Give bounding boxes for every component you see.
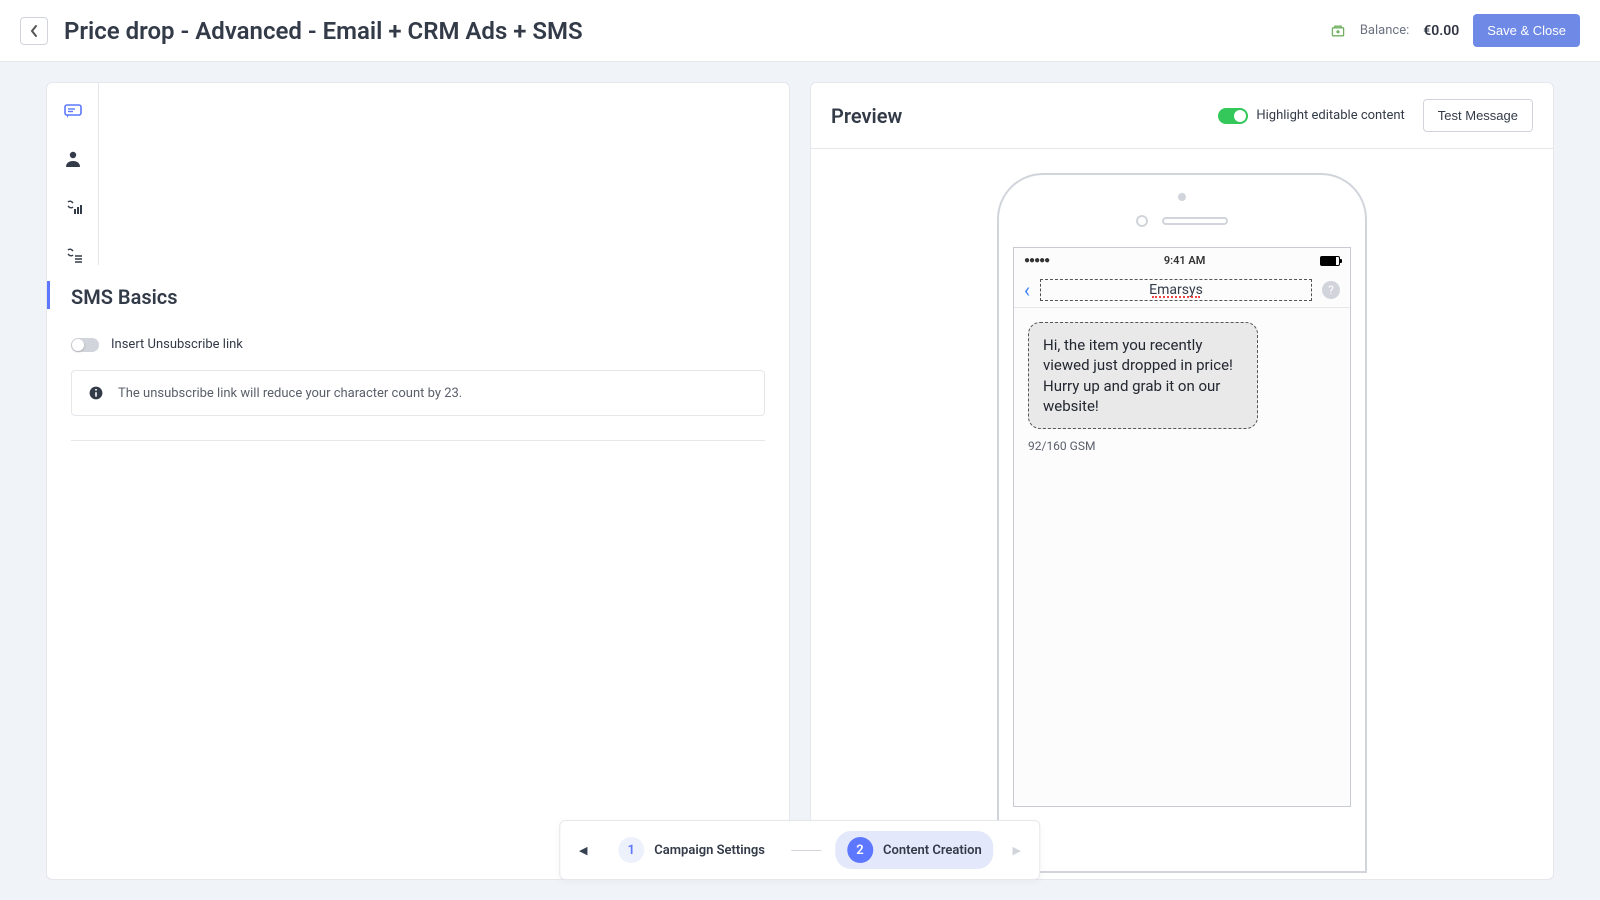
wallet-icon	[1330, 23, 1346, 39]
character-count: 92/160 GSM	[1028, 439, 1336, 453]
preview-panel: Preview Highlight editable content Test …	[810, 82, 1554, 880]
test-message-button[interactable]: Test Message	[1423, 99, 1533, 132]
phone-speaker-icon	[1162, 217, 1228, 225]
sms-basics-panel: SMS Basics Insert Unsubscribe link The u…	[46, 82, 790, 880]
step-label: Content Creation	[883, 843, 982, 858]
sidebar-item-link-analytics[interactable]	[63, 197, 83, 217]
battery-icon	[1320, 256, 1340, 266]
help-icon[interactable]: ?	[1322, 281, 1340, 299]
section-title: SMS Basics	[71, 285, 765, 309]
top-bar: Price drop - Advanced - Email + CRM Ads …	[0, 0, 1600, 62]
page-title: Price drop - Advanced - Email + CRM Ads …	[64, 17, 583, 45]
step-campaign-settings[interactable]: 1 Campaign Settings	[606, 831, 777, 869]
unsubscribe-toggle[interactable]	[71, 338, 99, 352]
divider	[71, 440, 765, 441]
phone-sensor-icon	[1136, 215, 1148, 227]
unsubscribe-toggle-label: Insert Unsubscribe link	[111, 337, 243, 352]
stepper-next-button[interactable]: ▶	[1008, 844, 1026, 857]
step-number: 2	[847, 837, 873, 863]
back-button[interactable]	[20, 17, 48, 45]
sidebar	[47, 83, 99, 265]
link-bars-icon	[63, 197, 83, 217]
person-icon	[63, 149, 83, 169]
save-close-button[interactable]: Save & Close	[1473, 14, 1580, 47]
message-content-field[interactable]: Hi, the item you recently viewed just dr…	[1028, 322, 1258, 429]
balance-label: Balance:	[1360, 23, 1409, 38]
phone-screen: ●●●●● 9:41 AM ‹ Emarsys ? Hi, the item y…	[1013, 247, 1351, 807]
step-number: 1	[618, 837, 644, 863]
step-content-creation[interactable]: 2 Content Creation	[835, 831, 994, 869]
highlight-label: Highlight editable content	[1256, 108, 1404, 123]
sidebar-item-recipient[interactable]	[63, 149, 83, 169]
info-icon	[88, 385, 104, 401]
info-box: The unsubscribe link will reduce your ch…	[71, 370, 765, 416]
stepper-prev-button[interactable]: ◀	[574, 844, 592, 857]
status-time: 9:41 AM	[1164, 254, 1206, 267]
chevron-left-icon	[29, 24, 39, 38]
sidebar-item-link-list[interactable]	[63, 245, 83, 265]
sidebar-item-sms[interactable]	[63, 101, 83, 121]
sender-name-field[interactable]: Emarsys	[1040, 279, 1312, 301]
preview-title: Preview	[831, 104, 902, 128]
step-connector	[791, 850, 821, 851]
phone-preview: ●●●●● 9:41 AM ‹ Emarsys ? Hi, the item y…	[997, 173, 1367, 873]
message-icon	[63, 101, 83, 121]
highlight-toggle[interactable]	[1218, 108, 1248, 124]
phone-camera-icon	[1178, 193, 1186, 201]
signal-icon: ●●●●●	[1024, 255, 1049, 266]
link-list-icon	[63, 245, 83, 265]
info-text: The unsubscribe link will reduce your ch…	[118, 386, 462, 401]
balance-value: €0.00	[1423, 23, 1459, 39]
phone-back-icon[interactable]: ‹	[1024, 280, 1030, 300]
stepper: ◀ 1 Campaign Settings 2 Content Creation…	[559, 820, 1040, 880]
step-label: Campaign Settings	[654, 843, 765, 858]
